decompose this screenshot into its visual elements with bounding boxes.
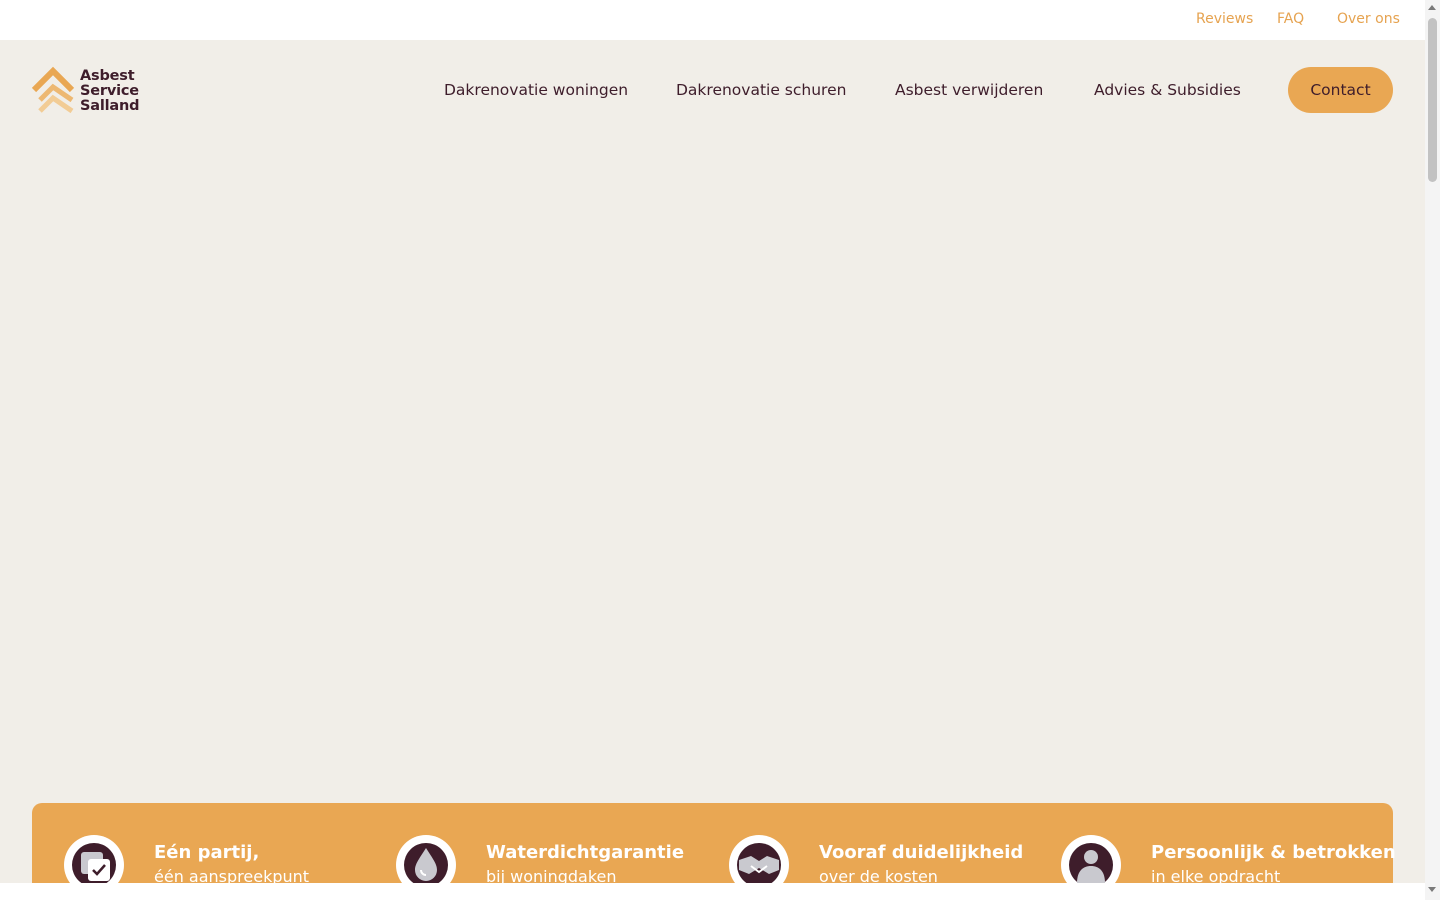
logo-line-3: Salland	[80, 98, 140, 114]
over-ons-link[interactable]: Over ons	[1337, 11, 1400, 27]
top-utility-bar: Reviews FAQ Over ons	[0, 0, 1425, 40]
contact-button[interactable]: Contact	[1288, 67, 1393, 113]
faq-link[interactable]: FAQ	[1277, 11, 1304, 27]
usp-title: Persoonlijk & betrokken	[1151, 842, 1396, 863]
hero-section	[0, 40, 1425, 883]
scrollbar-thumb[interactable]	[1428, 18, 1437, 182]
logo-line-2: Service	[80, 83, 139, 99]
nav-asbest-verwijderen[interactable]: Asbest verwijderen	[895, 81, 1043, 99]
site-logo[interactable]: Asbest Service Salland	[31, 66, 142, 116]
usp-title: Eén partij,	[154, 842, 260, 863]
nav-dakrenovatie-schuren[interactable]: Dakrenovatie schuren	[676, 81, 846, 99]
vertical-scrollbar[interactable]	[1425, 0, 1440, 900]
scroll-down-arrow-icon[interactable]	[1428, 887, 1436, 892]
logo-wordmark: Asbest Service Salland	[80, 69, 139, 114]
logo-line-1: Asbest	[80, 68, 135, 84]
nav-dakrenovatie-woningen[interactable]: Dakrenovatie woningen	[444, 81, 628, 99]
reviews-link[interactable]: Reviews	[1196, 11, 1253, 27]
nav-advies-subsidies[interactable]: Advies & Subsidies	[1094, 81, 1241, 99]
scroll-up-arrow-icon[interactable]	[1428, 5, 1436, 10]
roof-chevron-logo-icon	[31, 66, 75, 114]
usp-title: Waterdichtgarantie	[486, 842, 685, 863]
usp-title: Vooraf duidelijkheid	[819, 842, 1024, 863]
bottom-strip	[0, 883, 1425, 900]
